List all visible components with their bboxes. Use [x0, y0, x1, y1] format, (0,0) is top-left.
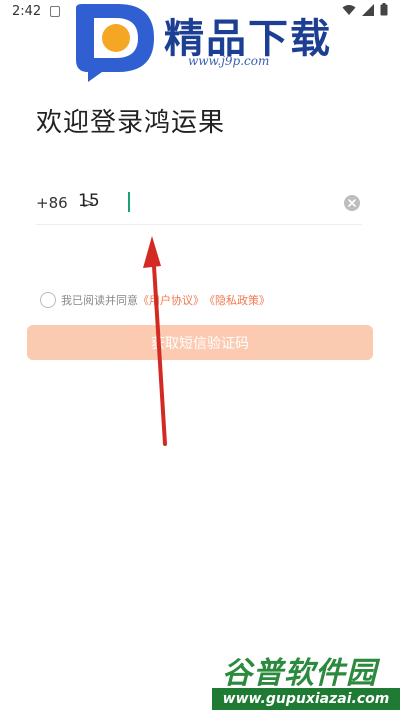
j9p-logo-icon: [76, 4, 154, 82]
agreement-prefix: 我已阅读并同意: [61, 294, 138, 307]
status-icons: [342, 3, 388, 16]
phone-input[interactable]: 15: [78, 191, 100, 211]
notification-icon: [50, 6, 60, 17]
country-code-selector[interactable]: +86: [36, 194, 68, 212]
signal-icon: [362, 3, 374, 16]
text-caret: [128, 192, 130, 212]
user-agreement-link[interactable]: 《用户协议》: [138, 292, 204, 308]
watermark-bottom-title: 谷普软件园: [222, 656, 377, 691]
agreement-row: 我已阅读并同意 《用户协议》 《隐私政策》: [40, 290, 270, 310]
watermark-top: 精品下载 www.j9p.com: [72, 2, 332, 82]
agreement-radio[interactable]: [40, 292, 56, 308]
privacy-policy-link[interactable]: 《隐私政策》: [204, 292, 270, 308]
watermark-bottom: 谷普软件园 www.gupuxiazai.com: [212, 648, 400, 712]
watermark-top-url: www.j9p.com: [188, 54, 270, 68]
status-time: 2:42: [12, 4, 42, 19]
battery-icon: [380, 3, 388, 16]
clear-button[interactable]: [344, 195, 360, 211]
wifi-icon: [342, 4, 356, 15]
phone-row: +86 > 15: [36, 184, 362, 225]
get-sms-code-button[interactable]: 获取短信验证码: [27, 325, 373, 360]
watermark-bottom-url: www.gupuxiazai.com: [212, 688, 400, 710]
close-icon: [348, 199, 356, 207]
page-title: 欢迎登录鸿运果: [36, 108, 226, 138]
